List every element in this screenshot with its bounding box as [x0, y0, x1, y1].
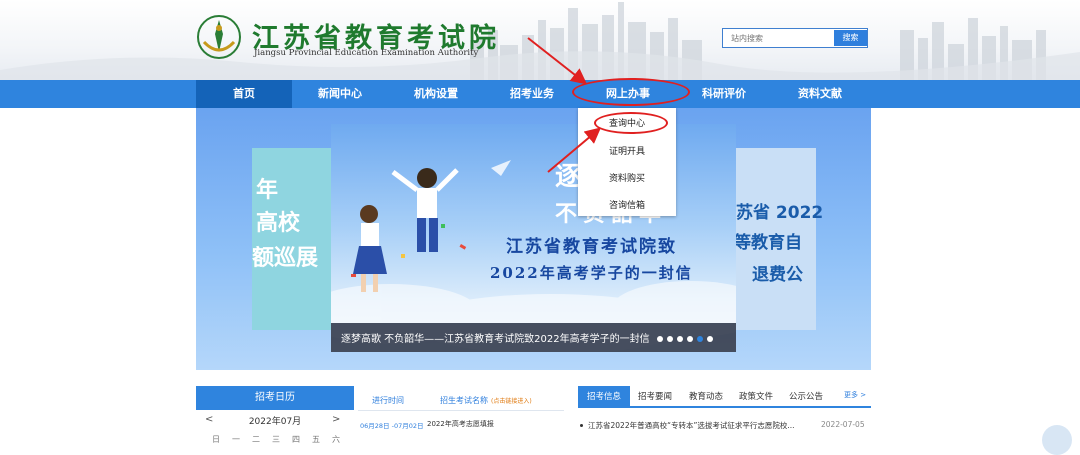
annotation-arrows — [527, 37, 602, 173]
annotation-arrow — [527, 37, 588, 85]
annotation-arrow — [547, 127, 602, 173]
